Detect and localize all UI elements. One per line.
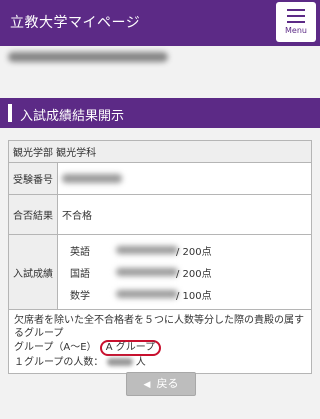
group-line: グループ（A〜E） A グループ bbox=[14, 340, 306, 356]
redacted-score bbox=[116, 246, 178, 254]
faculty-row: 観光学部 観光学科 bbox=[8, 140, 312, 163]
pass-row: 合否結果 不合格 bbox=[8, 194, 312, 235]
score-item: 英語 / 200点 bbox=[58, 239, 311, 261]
score-label: 入試成績 bbox=[8, 234, 58, 310]
redacted-group-count bbox=[106, 358, 133, 366]
score-cell: 英語 / 200点 国語 / 200点 数学 / 100点 bbox=[57, 234, 312, 310]
group-count-suffix: 人 bbox=[135, 357, 146, 368]
score-row: 入試成績 英語 / 200点 国語 / 200点 数学 / 100点 bbox=[8, 234, 312, 310]
score-subject: 国語 bbox=[70, 269, 90, 280]
redacted-score bbox=[116, 268, 178, 276]
score-max: / 200点 bbox=[176, 269, 212, 280]
exam-number-label: 受験番号 bbox=[8, 162, 58, 195]
score-subject: 英語 bbox=[70, 247, 90, 258]
back-button-label: 戻る bbox=[156, 377, 179, 390]
score-max: / 100点 bbox=[176, 291, 212, 302]
group-note: 欠席者を除いた全不合格者を５つに人数等分した際の貴殿の属するグループ bbox=[14, 315, 304, 339]
exam-number-row: 受験番号 bbox=[8, 162, 312, 195]
faculty-cell: 観光学部 観光学科 bbox=[8, 140, 312, 163]
app-header: 立教大学マイページ Menu bbox=[0, 0, 320, 46]
score-item: 国語 / 200点 bbox=[58, 261, 311, 283]
score-item: 数学 / 100点 bbox=[58, 283, 311, 305]
hamburger-icon bbox=[287, 9, 305, 23]
score-max: / 200点 bbox=[176, 247, 212, 258]
menu-button[interactable]: Menu bbox=[276, 2, 316, 42]
redacted-name-bar bbox=[8, 52, 168, 62]
group-count-line: １グループの人数： 人 bbox=[14, 356, 306, 369]
results-table: 観光学部 観光学科 受験番号 合否結果 不合格 入試成績 英語 / 200点 国… bbox=[8, 140, 312, 374]
app-title: 立教大学マイページ bbox=[10, 15, 141, 31]
group-cell: 欠席者を除いた全不合格者を５つに人数等分した際の貴殿の属するグループ グループ（… bbox=[8, 309, 312, 374]
pass-value: 不合格 bbox=[57, 194, 312, 235]
pass-label: 合否結果 bbox=[8, 194, 58, 235]
score-subject: 数学 bbox=[70, 291, 90, 302]
section-accent bbox=[8, 104, 12, 122]
redacted-score bbox=[116, 290, 178, 298]
group-value: A グループ bbox=[99, 340, 162, 356]
menu-label: Menu bbox=[285, 26, 307, 35]
group-count-label: １グループの人数： bbox=[14, 357, 104, 368]
section-header: 入試成績結果開示 bbox=[0, 98, 320, 128]
redacted-exam-number bbox=[62, 173, 122, 183]
group-row: 欠席者を除いた全不合格者を５つに人数等分した際の貴殿の属するグループ グループ（… bbox=[8, 309, 312, 374]
back-arrow-icon: ◀ bbox=[143, 380, 151, 390]
exam-number-value bbox=[57, 162, 312, 195]
section-title: 入試成績結果開示 bbox=[20, 109, 125, 124]
back-button[interactable]: ◀ 戻る bbox=[126, 372, 196, 396]
group-label: グループ（A〜E） bbox=[14, 342, 97, 353]
